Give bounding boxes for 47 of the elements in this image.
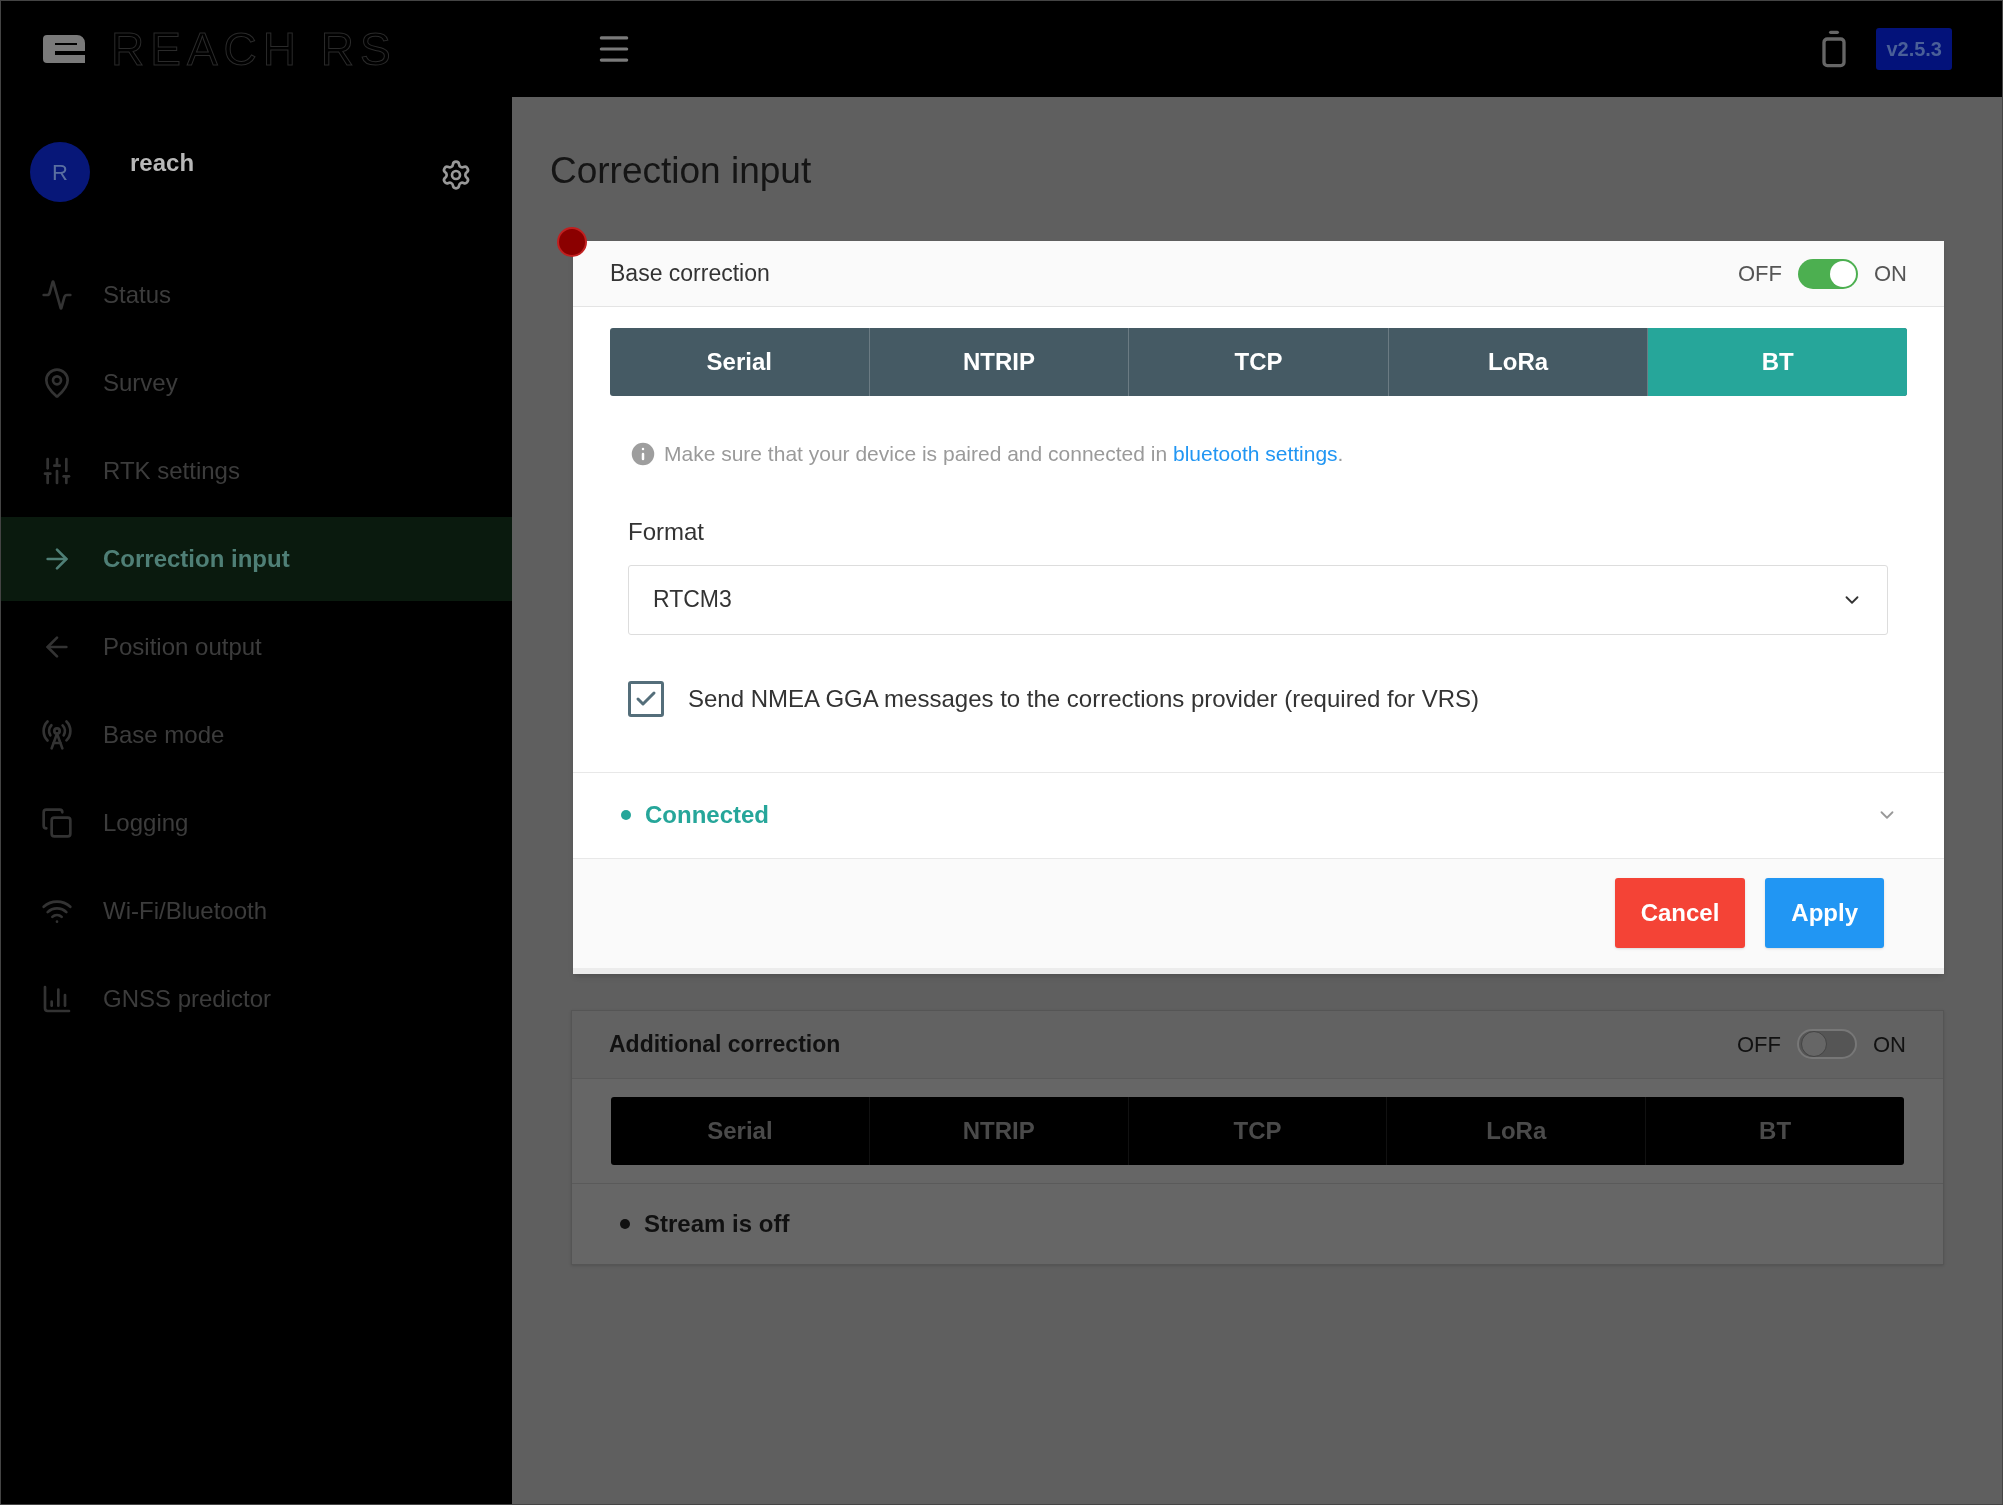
nav-item[interactable]: Survey [1, 341, 512, 425]
user-name: reach [130, 148, 195, 178]
sliders-icon [41, 455, 73, 487]
tab[interactable]: NTRIP [868, 328, 1129, 396]
nav-item[interactable]: Base mode [1, 693, 512, 777]
avatar: R [30, 142, 90, 202]
toggle-switch[interactable] [1797, 1029, 1857, 1059]
on-label: ON [1873, 1030, 1906, 1059]
card-title: Base correction [610, 259, 770, 289]
tab[interactable]: BT [1645, 1096, 1904, 1165]
nav-item[interactable]: Status [1, 253, 512, 337]
apply-button[interactable]: Apply [1765, 878, 1884, 948]
nav-item[interactable]: Wi-Fi/Bluetooth [1, 869, 512, 953]
nav-item[interactable]: Logging [1, 781, 512, 865]
tab[interactable]: Serial [610, 328, 869, 396]
tab[interactable]: BT [1647, 328, 1907, 396]
nav-item[interactable]: Position output [1, 605, 512, 689]
on-label: ON [1874, 260, 1907, 288]
checkbox[interactable] [628, 680, 664, 717]
card-title: Additional correction [609, 1029, 841, 1059]
bluetooth-settings-link[interactable]: bluetooth settings [1173, 442, 1338, 465]
nav-item[interactable]: RTK settings [1, 429, 512, 513]
tab[interactable]: TCP [1128, 328, 1388, 396]
tab[interactable]: TCP [1127, 1096, 1387, 1165]
status-text: Stream is off [644, 1208, 790, 1239]
info-text: Make sure that your device is paired and connected in bluetooth settings. [664, 441, 1344, 467]
tab[interactable]: NTRIP [868, 1096, 1128, 1165]
toggle-switch[interactable] [1798, 258, 1858, 289]
nav-item[interactable]: Correction input [1, 517, 512, 601]
tab[interactable]: Serial [611, 1096, 869, 1165]
antenna-icon [41, 719, 73, 751]
nav-item[interactable]: GNSS predictor [1, 957, 512, 1041]
status-text: Connected [645, 800, 769, 830]
cancel-button[interactable]: Cancel [1614, 878, 1746, 948]
off-label: OFF [1738, 260, 1782, 288]
pulse-icon [41, 279, 73, 311]
format-select[interactable]: RTCM3 [628, 564, 1888, 635]
settings-icon[interactable] [440, 159, 472, 191]
copy-icon [41, 807, 73, 839]
checkbox-label: Send NMEA GGA messages to the corrections provider (required for VRS) [688, 683, 1479, 714]
page-title: Correction input [550, 149, 813, 193]
off-label: OFF [1737, 1030, 1781, 1059]
tab[interactable]: LoRa [1386, 1096, 1646, 1165]
bar-chart-icon [41, 983, 73, 1015]
format-label: Format [628, 516, 705, 547]
version-badge: v2.5.3 [1876, 28, 1952, 70]
logo-icon [41, 33, 87, 65]
